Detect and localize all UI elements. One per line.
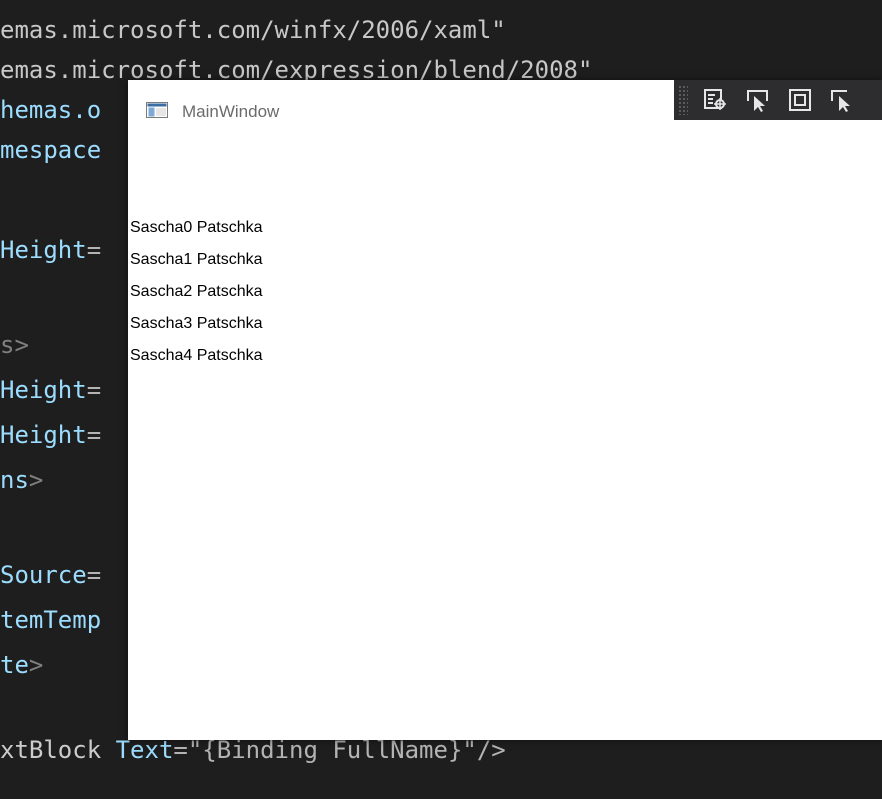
xaml-debug-toolbar (674, 80, 882, 120)
code-line[interactable]: temTemp (0, 600, 101, 640)
code-token: emas.microsoft.com/winfx/2006/xaml" (0, 16, 506, 44)
code-token: hemas.o (0, 96, 102, 124)
code-token: mespace (0, 136, 102, 164)
code-token: ns (0, 466, 29, 494)
live-visual-tree-icon (704, 89, 726, 110)
code-token: Source (0, 561, 87, 589)
code-line[interactable]: s> (0, 325, 29, 365)
list-item[interactable]: Sascha1 Patschka (128, 244, 263, 276)
code-line[interactable]: emas.microsoft.com/winfx/2006/xaml" (0, 10, 506, 50)
display-layout-adorners-icon (789, 89, 811, 111)
code-token: Text (101, 736, 174, 764)
code-token: = (86, 421, 102, 449)
code-token: s> (0, 331, 29, 359)
code-line[interactable]: Source= (0, 555, 101, 595)
track-focused-element-icon (831, 90, 850, 112)
code-token: Height (0, 376, 87, 404)
wpf-window-icon (146, 102, 168, 118)
list-item[interactable]: Sascha3 Patschka (128, 308, 263, 340)
track-focused-element-button[interactable] (824, 83, 860, 117)
display-layout-adorners-button[interactable] (782, 83, 818, 117)
list-item[interactable]: Sascha0 Patschka (128, 212, 263, 244)
window-title: MainWindow (182, 102, 280, 121)
code-token: > (28, 651, 44, 679)
code-token: te (0, 651, 29, 679)
code-line[interactable]: Height= (0, 230, 101, 270)
list-item[interactable]: Sascha4 Patschka (128, 340, 263, 372)
code-line[interactable]: hemas.o (0, 90, 101, 130)
code-token: ="{Binding FullName}"/> (173, 736, 506, 764)
code-line[interactable]: te> (0, 645, 43, 685)
code-token: > (28, 466, 44, 494)
code-line[interactable]: mespace (0, 130, 101, 170)
code-line[interactable]: ns> (0, 460, 43, 500)
toolbar-grip[interactable] (678, 85, 688, 115)
code-line[interactable]: Height= (0, 415, 101, 455)
code-token: = (86, 236, 102, 264)
code-token: Height (0, 236, 87, 264)
select-element-button[interactable] (740, 83, 776, 117)
names-listbox[interactable]: Sascha0 Patschka Sascha1 Patschka Sascha… (128, 212, 263, 372)
main-window[interactable]: MainWindow Sascha0 Patschka Sascha1 Pats… (128, 80, 882, 740)
code-token: = (86, 561, 102, 589)
code-token: temTemp (0, 606, 102, 634)
live-visual-tree-button[interactable] (698, 83, 734, 117)
code-line[interactable]: Height= (0, 370, 101, 410)
code-token: xtBlock (0, 736, 102, 764)
code-token: = (86, 376, 102, 404)
code-token: Height (0, 421, 87, 449)
select-element-icon (747, 90, 768, 112)
list-item[interactable]: Sascha2 Patschka (128, 276, 263, 308)
